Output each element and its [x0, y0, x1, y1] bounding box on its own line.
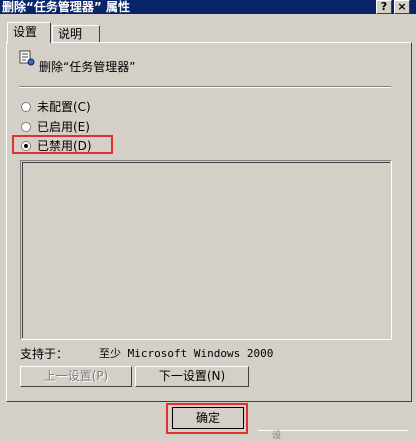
- supported-label: 支持于：: [20, 347, 69, 361]
- highlight-box-disabled-option: [12, 135, 113, 154]
- radio-button[interactable]: [21, 102, 31, 112]
- background-window-edge: 设: [258, 430, 408, 441]
- explanation-area: [20, 160, 392, 340]
- radio-label: 已启用(E): [37, 120, 90, 134]
- tab-settings[interactable]: 设置: [7, 22, 51, 43]
- separator: [19, 86, 391, 88]
- next-setting-button[interactable]: 下一设置(N): [135, 366, 249, 387]
- close-button[interactable]: ×: [394, 0, 410, 14]
- previous-setting-button[interactable]: 上一设置(P): [20, 366, 132, 387]
- explanation-area-inner: [22, 162, 390, 338]
- tab-explain[interactable]: 说明: [52, 25, 100, 43]
- highlight-box-ok-button: [166, 403, 248, 434]
- radio-label: 未配置(C): [37, 100, 91, 114]
- supported-value: 至少 Microsoft Windows 2000: [99, 347, 274, 360]
- radio-button[interactable]: [21, 122, 31, 132]
- policy-name: 删除“任务管理器”: [39, 60, 136, 74]
- help-button[interactable]: ?: [376, 0, 392, 14]
- title-bar[interactable]: 删除“任务管理器” 属性 ? ×: [0, 0, 416, 14]
- policy-setting-icon: [19, 50, 35, 66]
- window-title: 删除“任务管理器” 属性: [2, 0, 130, 14]
